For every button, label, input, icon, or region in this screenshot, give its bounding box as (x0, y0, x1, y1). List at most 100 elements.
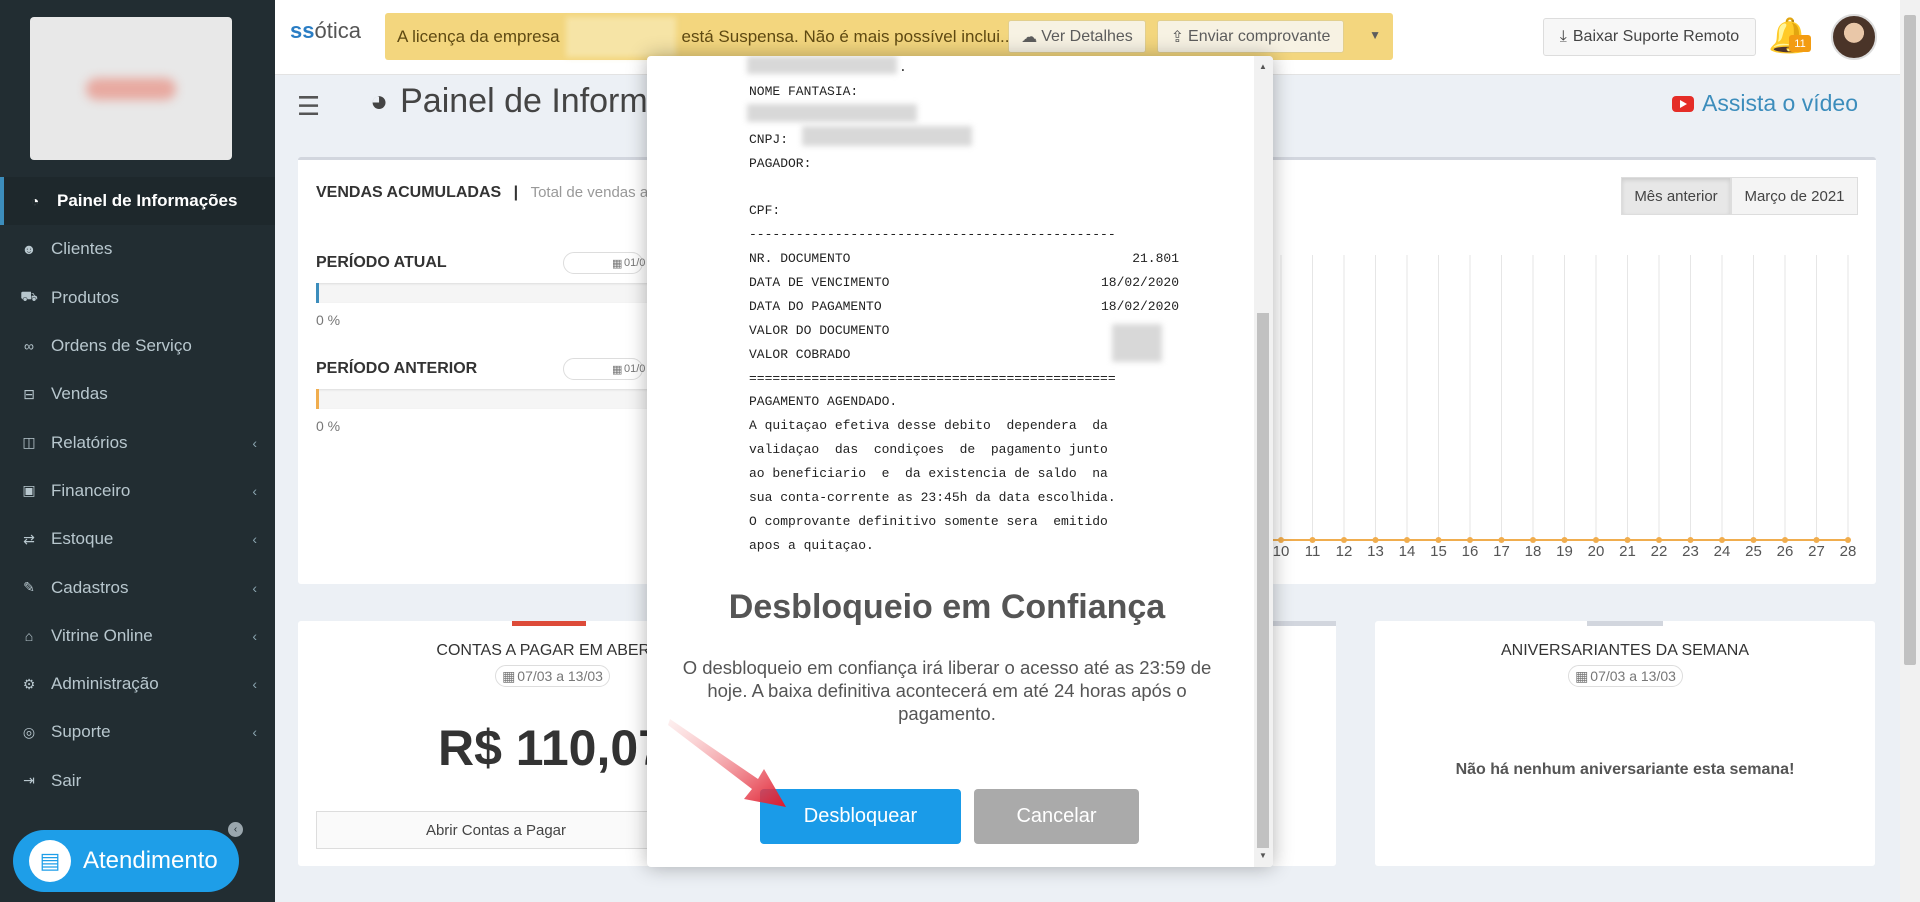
sidebar-item-vitrine-online[interactable]: ⌂ Vitrine Online ‹ (0, 612, 275, 660)
receipt-line: ========================================… (749, 367, 1179, 391)
sign-out-icon: ⇥ (23, 772, 35, 789)
periodo-atual-pct: 0 % (316, 312, 341, 328)
sidebar-item-label: Ordens de Serviço (51, 336, 192, 356)
receipt-line: DATA DO PAGAMENTO 18/02/2020 (749, 295, 1179, 319)
redacted-blur (747, 56, 897, 74)
notification-badge: 11 (1789, 35, 1811, 52)
receipt-line-value: 21.801 (1132, 251, 1179, 267)
sidebar-item-label: Produtos (51, 287, 120, 307)
hamburger-icon[interactable]: ☰ (297, 91, 320, 122)
sidebar-item-sair[interactable]: ⇥ Sair (0, 757, 275, 805)
ver-detalhes-button[interactable]: ☁ Ver Detalhes (1008, 20, 1146, 53)
gauge-icon: ◔ (30, 193, 40, 210)
periodo-anterior-date: ▦ 01/0 (563, 358, 645, 380)
aniversariantes-accent-bar (1587, 621, 1663, 626)
edit-icon: ✎ (23, 579, 35, 596)
receipt-line: O comprovante definitivo somente sera em… (749, 510, 1179, 534)
sidebar-item-label: Financeiro (51, 480, 131, 500)
receipt-line-text: DATA DO PAGAMENTO (749, 298, 882, 314)
page-scrollbar[interactable] (1900, 0, 1920, 902)
receipt-line: ao beneficiario e da existencia de saldo… (749, 462, 1179, 486)
brand-logo[interactable]: ssótica (290, 18, 361, 44)
chart-x-tick-label: 25 (1745, 543, 1762, 560)
sidebar-item-financeiro[interactable]: ▣ Financeiro ‹ (0, 467, 275, 515)
company-logo[interactable] (30, 17, 232, 160)
red-arrow-annotation (668, 719, 786, 807)
sidebar-item-vendas[interactable]: ⊟ Vendas (0, 370, 275, 418)
vendas-subtitle: Total de vendas acu (530, 184, 665, 201)
enviar-comprovante-label: Enviar comprovante (1188, 27, 1331, 45)
cloud-icon: ☁ (1021, 28, 1038, 46)
company-name-blur (565, 16, 676, 57)
chart-x-tick-label: 21 (1619, 543, 1636, 560)
sidebar-item-administra-o[interactable]: ⚙ Administração ‹ (0, 660, 275, 708)
contas-pagar-box: CONTAS A PAGAR EM ABERT ▦ 07/03 a 13/03 … (298, 621, 676, 866)
receipt-line-text: NR. DOCUMENTO (749, 251, 851, 267)
brand-part-b: ótica (314, 18, 361, 43)
aniversariantes-empty: Não há nenhum aniversariante esta semana… (1455, 761, 1795, 778)
sidebar-item-relat-rios[interactable]: ◫ Relatórios ‹ (0, 418, 275, 466)
periodo-anterior-pct: 0 % (316, 418, 341, 434)
sidebar-item-label: Estoque (51, 529, 114, 549)
abrir-contas-button[interactable]: Abrir Contas a Pagar (316, 811, 676, 849)
lifebuoy-icon: ◎ (22, 723, 36, 740)
sidebar-item-cadastros[interactable]: ✎ Cadastros ‹ (0, 563, 275, 611)
receipt-line-text: A quitaçao efetiva desse debito depender… (749, 418, 1108, 434)
chart-x-tick-label: 23 (1682, 543, 1699, 560)
modal-scrollbar[interactable]: ▲ ▼ (1254, 56, 1273, 867)
assista-video-link[interactable]: Assista o vídeo (1672, 90, 1858, 117)
sidebar-item-estoque[interactable]: ⇄ Estoque ‹ (0, 515, 275, 563)
caret-down-icon[interactable]: ▼ (1369, 28, 1381, 42)
enviar-comprovante-button[interactable]: ⇪ Enviar comprovante (1157, 20, 1344, 53)
receipt-line (749, 175, 1179, 199)
basket-icon: ⊟ (23, 385, 35, 402)
chart-x-tick-label: 15 (1430, 543, 1447, 560)
assista-video-label: Assista o vídeo (1702, 90, 1858, 116)
sidebar-item-clientes[interactable]: ☻ Clientes (0, 225, 275, 273)
chevron-left-icon: ‹ (252, 724, 257, 741)
baixar-suporte-button[interactable]: ⤓ Baixar Suporte Remoto (1543, 18, 1756, 56)
sidebar-item-painel-de-informa-es[interactable]: ◔ Painel de Informações (0, 177, 275, 226)
receipt-line: NOME FANTASIA: (749, 80, 1179, 104)
receipt-line: PAGAMENTO AGENDADO. (749, 390, 1179, 414)
book-icon: ▤ (29, 840, 71, 882)
atendimento-button[interactable]: ▤ Atendimento (13, 830, 239, 892)
middle-box-accent (1271, 621, 1336, 626)
receipt-line-value: 18/02/2020 (1100, 275, 1179, 291)
scroll-down-icon[interactable]: ▼ (1259, 851, 1267, 860)
sidebar-item-ordens-de-servi-o[interactable]: ∞ Ordens de Serviço (0, 322, 275, 370)
mes-anterior-button[interactable]: Mês anterior (1621, 177, 1731, 215)
glasses-icon: ∞ (24, 338, 34, 355)
avatar[interactable] (1831, 14, 1877, 60)
chart-x-tick-label: 28 (1839, 543, 1857, 560)
receipt-line: apos a quitaçao. (749, 534, 1179, 558)
receipt-line-text: ao beneficiario e da existencia de saldo… (749, 466, 1108, 482)
cart-icon: ⛟ (20, 288, 38, 305)
sidebar-nav: ◔ Painel de Informações ☻ Clientes ⛟ Produtos… (0, 177, 275, 805)
chart-x-tick-label: 20 (1587, 543, 1605, 560)
sidebar-item-label: Cadastros (51, 577, 129, 597)
scroll-up-icon[interactable]: ▲ (1259, 62, 1267, 71)
receipt-line-text: O comprovante definitivo somente sera em… (749, 513, 1108, 529)
aniversariantes-date: ▦ 07/03 a 13/03 (1568, 665, 1683, 687)
sidebar-item-suporte[interactable]: ◎ Suporte ‹ (0, 708, 275, 756)
chart-x-tick-label: 14 (1398, 543, 1416, 560)
receipt-line-text: PAGADOR: (749, 155, 812, 171)
sidebar-item-label: Administração (51, 674, 159, 694)
marco-2021-button[interactable]: Março de 2021 (1731, 177, 1858, 215)
chart-x-tick-label: 19 (1556, 543, 1573, 560)
modal-scrollbar-thumb[interactable] (1257, 313, 1269, 848)
sidebar-item-label: Painel de Informações (57, 191, 238, 211)
aniversariantes-title: ANIVERSARIANTES DA SEMANA (1500, 642, 1750, 659)
contas-date: ▦ 07/03 a 13/03 (495, 665, 610, 687)
sidebar-item-produtos[interactable]: ⛟ Produtos (0, 274, 275, 322)
page-scrollbar-thumb[interactable] (1904, 15, 1916, 665)
cancelar-button[interactable]: Cancelar (974, 789, 1139, 844)
atendimento-label: Atendimento (83, 847, 218, 874)
periodo-anterior-progress (316, 389, 676, 409)
chart-x-tick-label: 27 (1808, 543, 1825, 560)
logo-blur (86, 77, 176, 100)
receipt-line-end: . (899, 60, 907, 75)
dashboard-icon: ◕ (370, 84, 389, 118)
collapse-sidebar-icon[interactable]: ‹ (228, 822, 243, 837)
